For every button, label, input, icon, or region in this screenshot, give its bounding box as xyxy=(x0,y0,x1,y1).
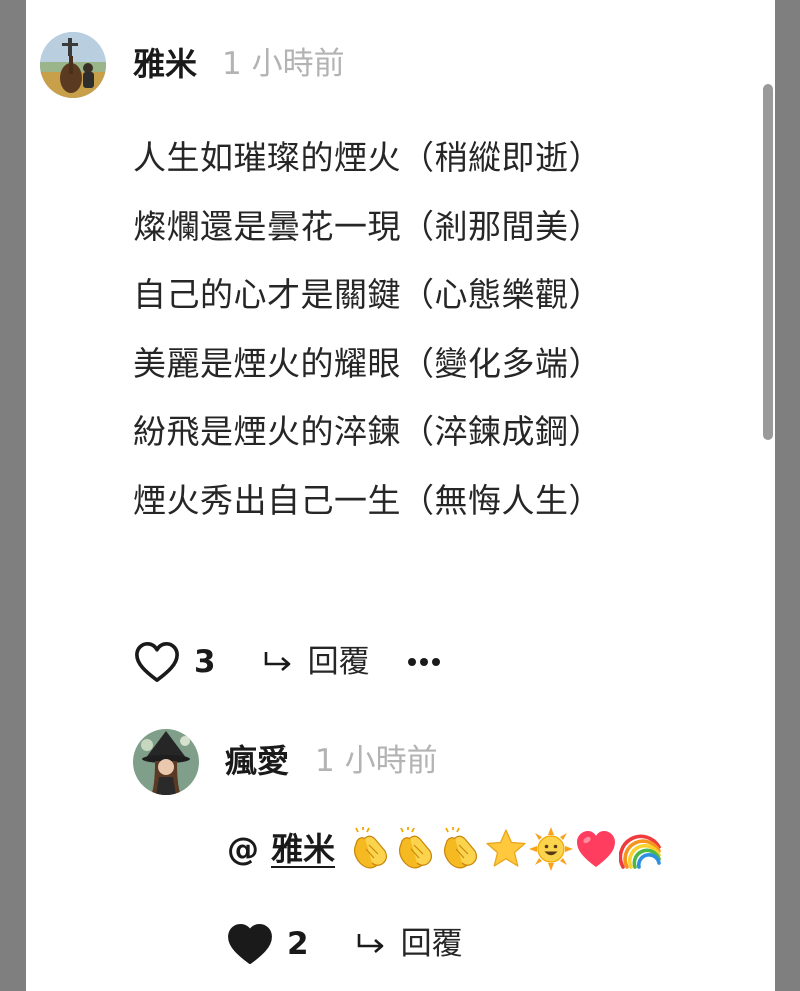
reply-actions: 2 回覆 xyxy=(227,922,463,966)
heart-emoji-icon xyxy=(577,831,616,867)
reply-avatar[interactable] xyxy=(133,729,199,795)
rainbow-emoji-icon xyxy=(619,834,661,869)
reply-label: 回覆 xyxy=(400,926,463,962)
clap-emoji-icon xyxy=(353,827,388,869)
reply-button[interactable]: 回覆 xyxy=(355,922,463,966)
comment-author[interactable]: 雅米 xyxy=(133,44,197,84)
reply-label: 回覆 xyxy=(307,644,370,680)
more-options-icon[interactable] xyxy=(407,652,440,672)
mention-link[interactable]: 雅米 xyxy=(271,826,335,872)
reply-button[interactable]: 回覆 xyxy=(262,640,370,684)
reply-arrow-icon xyxy=(264,652,290,671)
liked-heart-icon[interactable] xyxy=(227,922,273,966)
comment-body: 人生如璀璨的煙火（稍縱即逝） 燦爛還是曇花一現（剎那間美） 自己的心才是關鍵（心… xyxy=(133,124,602,535)
comment-line: 紛飛是煙火的淬鍊（淬鍊成鋼） xyxy=(133,412,602,451)
star-emoji-icon xyxy=(486,829,526,867)
clap-emoji-icon xyxy=(443,827,478,869)
like-heart-icon[interactable] xyxy=(134,640,180,684)
comment-line: 燦爛還是曇花一現（剎那間美） xyxy=(133,206,602,246)
comment-timestamp: 1 小時前 xyxy=(222,46,345,82)
comment-line: 自己的心才是關鍵（心態樂觀） xyxy=(133,275,602,314)
like-count: 3 xyxy=(194,644,216,680)
at-symbol: @ xyxy=(227,830,259,868)
avatar[interactable] xyxy=(40,32,106,98)
comment-line: 人生如璀璨的煙火（稍縱即逝） xyxy=(133,138,602,177)
reply-arrow-icon xyxy=(357,934,383,953)
clap-emoji-icon xyxy=(398,827,433,869)
reply-body: @ 雅米 xyxy=(227,826,663,872)
reply-timestamp: 1 小時前 xyxy=(315,743,438,779)
emoji-row xyxy=(349,827,663,871)
sun-emoji-icon xyxy=(529,827,574,871)
comment-line: 美麗是煙火的耀眼（變化多端） xyxy=(133,343,602,383)
comment-actions: 3 回覆 xyxy=(134,640,440,684)
reply-author[interactable]: 瘋愛 xyxy=(225,741,289,781)
scrollbar[interactable] xyxy=(763,84,773,440)
like-count: 2 xyxy=(287,926,309,962)
comment-line: 煙火秀出自己一生（無悔人生） xyxy=(133,480,602,520)
